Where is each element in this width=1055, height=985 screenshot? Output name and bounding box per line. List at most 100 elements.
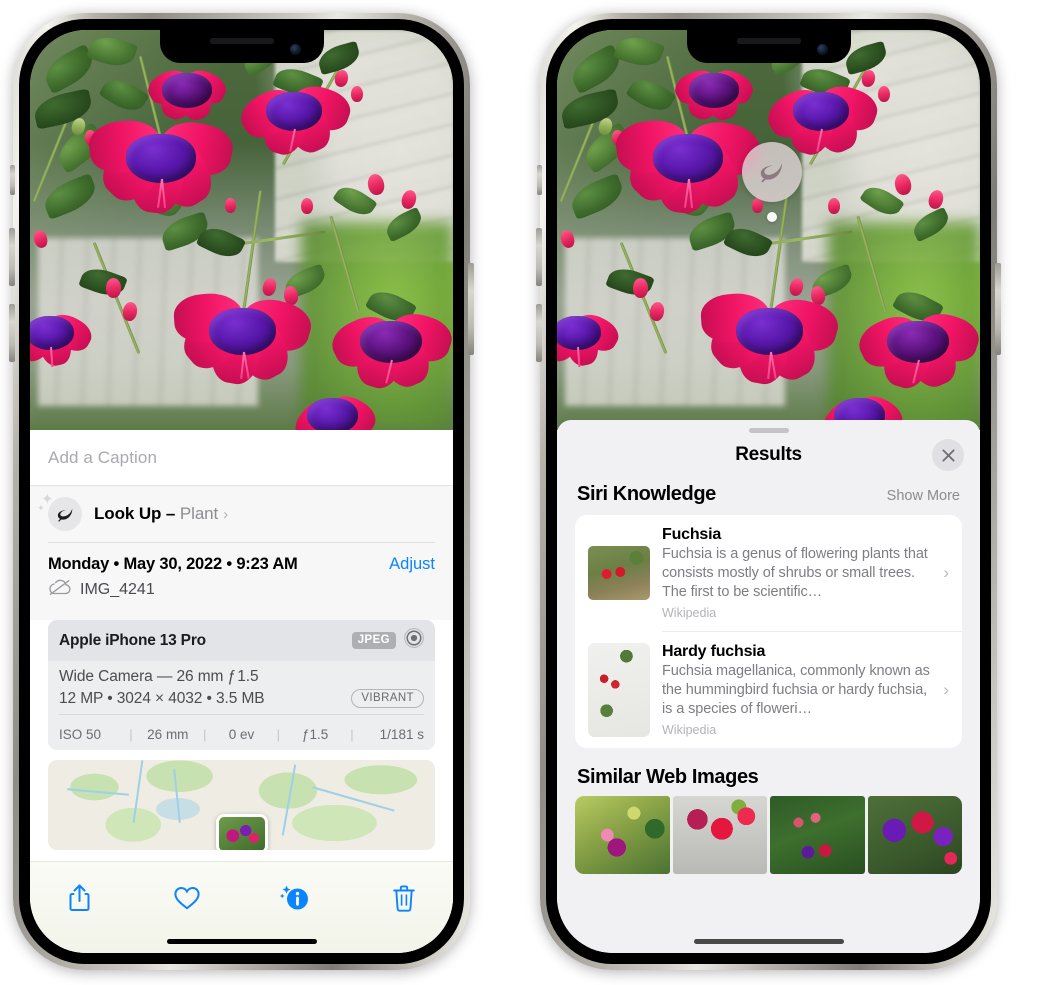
location-map[interactable] (48, 760, 435, 850)
volume-down-button[interactable] (9, 304, 15, 362)
similar-web-images-strip (557, 795, 980, 874)
info-button[interactable] (273, 878, 319, 918)
delete-button[interactable] (381, 878, 427, 918)
look-up-prefix: Look Up – (94, 504, 180, 523)
knowledge-item-fuchsia[interactable]: Fuchsia Fuchsia is a genus of flowering … (575, 515, 962, 631)
knowledge-description: Fuchsia magellanica, commonly known as t… (662, 662, 930, 717)
share-button[interactable] (56, 878, 102, 918)
web-image-thumbnail[interactable] (672, 795, 767, 874)
device-bezel: Results Siri Knowledge Show More Fuchsia… (546, 19, 991, 964)
knowledge-item-hardy-fuchsia[interactable]: Hardy fuchsia Fuchsia magellanica, commo… (575, 632, 962, 748)
device-bezel: Add a Caption ✦ ✦ Look Up – Plant › Mond… (19, 19, 464, 964)
lens-line: Wide Camera — 26 mm ƒ 1.5 (59, 668, 259, 685)
volume-down-button[interactable] (536, 304, 542, 362)
close-button[interactable] (932, 439, 964, 471)
photo-viewer-right[interactable] (557, 30, 980, 430)
knowledge-thumbnail (588, 545, 650, 600)
volume-up-button[interactable] (536, 228, 542, 286)
favorite-button[interactable] (164, 878, 210, 918)
screen-right: Results Siri Knowledge Show More Fuchsia… (557, 30, 980, 953)
exif-stat-shutter: 1/181 s (379, 727, 424, 742)
close-icon (941, 448, 955, 462)
iphone-device-right: Results Siri Knowledge Show More Fuchsia… (536, 13, 1001, 970)
volume-up-button[interactable] (9, 228, 15, 286)
look-up-label: Look Up – Plant (94, 504, 218, 524)
results-panel: Results Siri Knowledge Show More Fuchsia… (557, 420, 980, 953)
chevron-right-icon: › (943, 679, 949, 699)
chevron-right-icon: › (943, 562, 949, 582)
knowledge-source: Wikipedia (662, 722, 717, 737)
exif-body: Wide Camera — 26 mm ƒ 1.5 12 MP • 3024 ×… (48, 661, 435, 721)
look-up-leaf-badge: ✦ ✦ (37, 492, 82, 531)
web-image-thumbnail[interactable] (770, 795, 865, 874)
similar-web-images-title: Similar Web Images (577, 765, 759, 788)
leaf-icon (760, 163, 782, 183)
look-up-row[interactable]: ✦ ✦ Look Up – Plant › (30, 486, 453, 542)
sparkle-icon-small: ✦ (37, 503, 45, 513)
knowledge-description: Fuchsia is a genus of flowering plants t… (662, 546, 928, 600)
front-camera-icon (289, 44, 301, 55)
exif-header: Apple iPhone 13 Pro JPEG (48, 620, 435, 661)
results-header: Results (557, 433, 980, 477)
exif-stat-focal: 26 mm (147, 727, 189, 742)
web-image-thumbnail[interactable] (867, 795, 962, 874)
date-row: Monday • May 30, 2022 • 9:23 AM Adjust (48, 543, 435, 574)
fuchsia-photo (30, 30, 453, 430)
similar-web-images-header: Similar Web Images (557, 748, 980, 796)
fuchsia-photo (557, 30, 980, 430)
screenshot-stage: Add a Caption ✦ ✦ Look Up – Plant › Mond… (0, 0, 1055, 985)
knowledge-text: Fuchsia Fuchsia is a genus of flowering … (662, 526, 950, 620)
leaf-icon (48, 497, 82, 531)
home-indicator[interactable] (166, 939, 317, 944)
front-camera-icon (816, 44, 828, 55)
photo-pin[interactable] (215, 814, 268, 850)
camera-device-name: Apple iPhone 13 Pro (59, 631, 206, 649)
siri-knowledge-title: Siri Knowledge (577, 483, 716, 505)
visual-lookup-leaf-badge[interactable] (742, 142, 802, 202)
siri-knowledge-card: Fuchsia Fuchsia is a genus of flowering … (575, 515, 962, 748)
device-notch (686, 30, 851, 63)
caption-placeholder: Add a Caption (48, 447, 158, 467)
exif-card[interactable]: Apple iPhone 13 Pro JPEG Wide Camera — 2… (48, 620, 435, 750)
icloud-slash-icon (48, 579, 72, 601)
siri-knowledge-header: Siri Knowledge Show More (557, 477, 980, 515)
screen-left: Add a Caption ✦ ✦ Look Up – Plant › Mond… (30, 30, 453, 953)
visual-lookup-anchor-dot (767, 212, 777, 222)
power-button[interactable] (995, 263, 1001, 355)
caption-field-row[interactable]: Add a Caption (30, 430, 453, 486)
photographic-style-badge: VIBRANT (351, 689, 424, 708)
photo-viewer-left[interactable] (30, 30, 453, 430)
resolution-line: 12 MP • 3024 × 4032 • 3.5 MB (59, 689, 265, 707)
exif-stat-ev: 0 ev (228, 727, 255, 742)
capture-date: Monday • May 30, 2022 • 9:23 AM (48, 555, 298, 573)
knowledge-title: Hardy fuchsia (662, 642, 766, 660)
earpiece-speaker (736, 38, 801, 44)
adjust-button[interactable]: Adjust (389, 555, 435, 574)
web-image-thumbnail[interactable] (575, 795, 670, 874)
file-format-badge: JPEG (351, 632, 396, 649)
exif-header-right: JPEG (351, 627, 425, 654)
results-title: Results (735, 444, 802, 465)
knowledge-title: Fuchsia (662, 526, 722, 543)
exif-stat-aperture: ƒ1.5 (302, 727, 329, 742)
show-more-button[interactable]: Show More (887, 488, 960, 504)
file-name: IMG_4241 (80, 581, 155, 598)
chevron-right-icon: › (223, 505, 229, 523)
file-row: IMG_4241 (48, 579, 435, 612)
power-button[interactable] (468, 263, 474, 355)
knowledge-thumbnail (588, 642, 650, 737)
knowledge-text: Hardy fuchsia Fuchsia magellanica, commo… (662, 643, 950, 737)
size-row: 12 MP • 3024 × 4032 • 3.5 MB VIBRANT (59, 689, 424, 708)
divider (59, 714, 424, 715)
home-indicator[interactable] (693, 939, 844, 944)
metadata-block: Monday • May 30, 2022 • 9:23 AM Adjust I… (30, 542, 453, 620)
aperture-icon (403, 627, 425, 654)
exif-stats-row: ISO 50 | 26 mm | 0 ev | ƒ1.5 | 1/181 s (48, 721, 435, 750)
mute-switch[interactable] (10, 165, 15, 195)
earpiece-speaker (209, 38, 274, 44)
mute-switch[interactable] (537, 165, 542, 195)
device-notch (159, 30, 324, 63)
iphone-device-left: Add a Caption ✦ ✦ Look Up – Plant › Mond… (9, 13, 474, 970)
exif-stat-iso: ISO 50 (59, 727, 102, 742)
look-up-subject: Plant (179, 504, 219, 523)
